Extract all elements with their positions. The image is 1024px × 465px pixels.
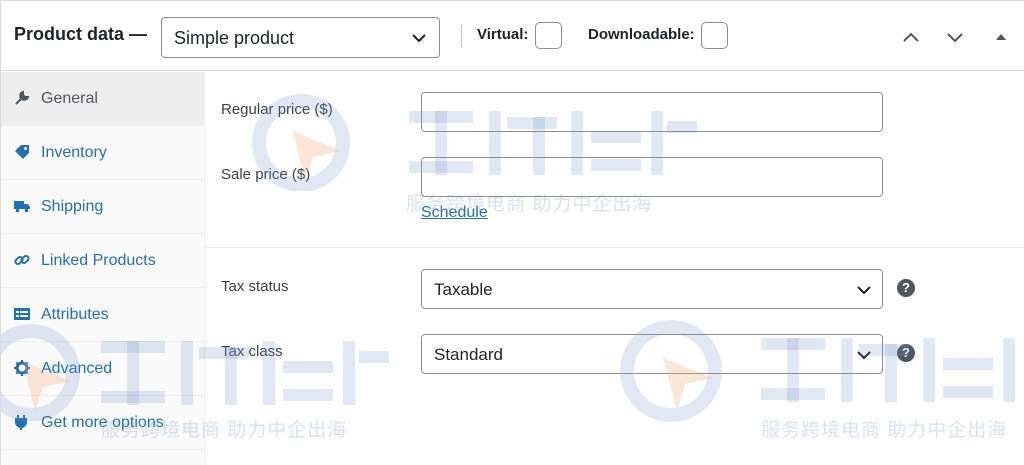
list-icon [14,308,30,320]
tab-label: General [41,90,98,107]
tag-icon [15,145,29,159]
tab-get-more-options[interactable]: Get more options [1,396,205,450]
downloadable-checkbox[interactable] [701,22,728,49]
regular-price-input[interactable] [421,92,883,132]
tab-label: Get more options [41,414,164,431]
tab-label: Attributes [41,306,109,323]
tab-label: Linked Products [41,252,156,269]
chevron-down-icon [857,286,871,295]
section-divider [205,247,1024,248]
product-type-select[interactable]: Simple product [161,17,440,58]
product-type-value: Simple product [174,28,295,48]
schedule-link[interactable]: Schedule [421,204,488,222]
wrench-icon [15,90,30,105]
downloadable-label: Downloadable: [588,26,695,43]
tax-status-label: Tax status [221,278,289,295]
tab-shipping[interactable]: Shipping [1,180,205,234]
regular-price-label: Regular price ($) [221,101,333,118]
tab-label: Shipping [41,198,104,215]
tab-general[interactable]: General [1,72,205,126]
plugin-icon [15,415,27,430]
chevron-down-icon [857,351,871,360]
product-data-header: Product data — Simple product Virtual: D… [1,1,1024,71]
truck-icon [14,201,30,213]
virtual-label: Virtual: [477,26,529,43]
header-divider [461,25,462,47]
tax-status-value: Taxable [434,280,493,299]
chevron-up-icon[interactable] [901,27,921,47]
virtual-checkbox[interactable] [535,22,562,49]
tax-class-label: Tax class [221,343,283,360]
collapse-arrow-icon[interactable] [991,27,1011,47]
product-data-tabs: General Inventory Shipping Linked Produc… [1,72,205,465]
tax-status-help-icon[interactable]: ? [897,279,915,297]
gear-icon [14,360,30,376]
tab-linked-products[interactable]: Linked Products [1,234,205,288]
chevron-down-icon[interactable] [945,27,965,47]
panel-title: Product data — [14,24,148,44]
chevron-down-icon [412,34,426,43]
sale-price-label: Sale price ($) [221,166,311,183]
sale-price-input[interactable] [421,157,883,197]
tax-class-help-icon[interactable]: ? [897,344,915,362]
tab-attributes[interactable]: Attributes [1,288,205,342]
link-icon [14,254,30,266]
tax-status-select[interactable]: Taxable [421,269,883,309]
product-data-panel: Product data — Simple product Virtual: D… [0,0,1024,465]
tab-advanced[interactable]: Advanced [1,342,205,396]
tab-label: Inventory [41,144,107,161]
tax-class-value: Standard [434,345,503,364]
tab-inventory[interactable]: Inventory [1,126,205,180]
tax-class-select[interactable]: Standard [421,334,883,374]
watermark-caption: 服务跨境电商 助力中企出海 [761,420,1008,441]
tab-label: Advanced [41,360,113,377]
